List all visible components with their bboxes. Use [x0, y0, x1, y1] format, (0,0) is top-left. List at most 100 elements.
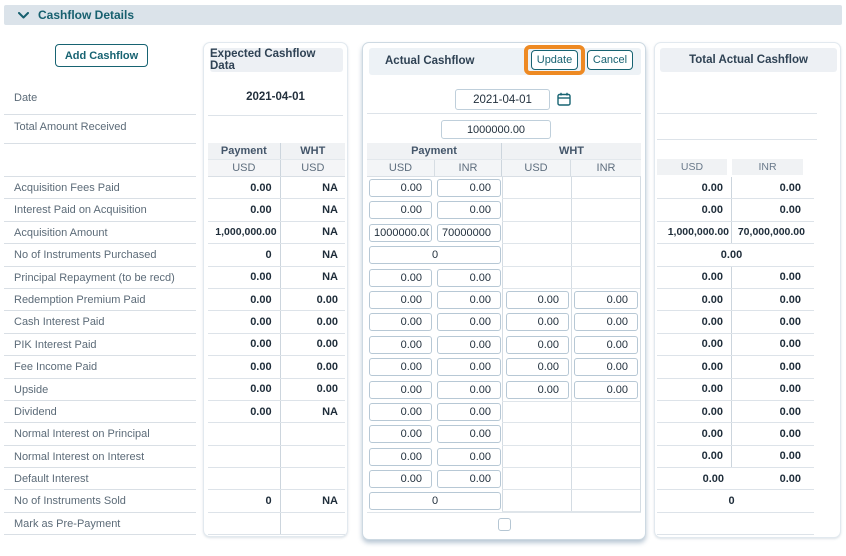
table-row: [367, 199, 641, 221]
expected-cell: 0.00: [208, 311, 281, 332]
expected-cell: 0.00: [281, 311, 345, 332]
total-usd-value: 0.00: [657, 379, 732, 400]
total-span-value: 0.00: [657, 244, 806, 265]
wht-usd-input[interactable]: [506, 313, 569, 331]
table-row: [208, 513, 345, 535]
payment-inr-input[interactable]: [437, 403, 501, 421]
total-usd-value: 0.00: [657, 289, 732, 310]
payment-usd-input[interactable]: [369, 425, 432, 443]
row-label: Cash Interest Paid: [4, 311, 196, 333]
payment-inr-input[interactable]: [437, 224, 501, 242]
total-inr-value: 0.00: [732, 311, 806, 332]
wht-empty-cell: [502, 446, 640, 468]
payment-inr-input[interactable]: [437, 313, 501, 331]
table-row: 0NA: [208, 490, 345, 512]
payment-inr-input[interactable]: [437, 336, 501, 354]
payment-usd-input[interactable]: [369, 179, 432, 197]
payment-usd-input[interactable]: [369, 381, 432, 399]
table-row: [367, 423, 641, 445]
payment-usd-input[interactable]: [369, 358, 432, 376]
table-row: [367, 177, 641, 199]
actual-currency-header: USD INR USD INR: [367, 160, 641, 177]
payment-inr-input[interactable]: [437, 291, 501, 309]
table-row: 0.000.00: [657, 379, 814, 401]
currency-usd: USD: [367, 160, 435, 176]
row-label: PIK Interest Paid: [4, 334, 196, 356]
expected-cell: NA: [281, 244, 345, 265]
expected-cell: 0.00: [208, 199, 281, 220]
wht-empty-cell: [502, 267, 640, 289]
wht-usd-input[interactable]: [506, 381, 569, 399]
wht-inr-input[interactable]: [574, 336, 638, 354]
row-label: Acquisition Fees Paid: [4, 177, 196, 199]
wht-usd-input[interactable]: [506, 358, 569, 376]
wht-inr-input[interactable]: [574, 358, 638, 376]
cancel-button[interactable]: Cancel: [587, 50, 633, 70]
wht-inr-input[interactable]: [574, 313, 638, 331]
payment-usd-input[interactable]: [369, 313, 432, 331]
payment-usd-input[interactable]: [369, 470, 432, 488]
total-inr-value: 0.00: [732, 356, 806, 377]
cashflow-details-section-header[interactable]: Cashflow Details: [4, 5, 842, 25]
table-row: 0.000.00: [657, 401, 814, 423]
total-inr-value: 0.00: [732, 199, 806, 220]
wht-usd-input[interactable]: [506, 336, 569, 354]
table-row: 0.000.00: [657, 468, 814, 490]
expected-cell: 0.00: [208, 267, 281, 288]
table-row: 0.00NA: [208, 267, 345, 289]
payment-header: Payment: [208, 143, 281, 159]
expected-cell: NA: [281, 267, 345, 288]
expected-cell: 0.00: [208, 379, 281, 400]
payment-inr-input[interactable]: [437, 179, 501, 197]
total-inr-value: 0.00: [732, 177, 806, 198]
wht-inr-input[interactable]: [574, 381, 638, 399]
payment-usd-input[interactable]: [369, 201, 432, 219]
total-inr-value: 0.00: [732, 334, 806, 355]
total-usd-value: 0.00: [657, 401, 732, 422]
table-row: 0.000.00: [208, 356, 345, 378]
payment-usd-input[interactable]: [369, 224, 432, 242]
expected-cell: NA: [281, 177, 345, 198]
wht-empty-cell: [502, 401, 640, 423]
table-row: 1,000,000.0070,000,000.00: [657, 222, 814, 244]
expected-cell: NA: [281, 401, 345, 422]
table-row: 0.000.00: [208, 289, 345, 311]
wht-inr-input[interactable]: [574, 291, 638, 309]
instruments-purchased-input[interactable]: [369, 246, 501, 264]
payment-inr-input[interactable]: [437, 201, 501, 219]
table-row: 0.000.00: [657, 289, 814, 311]
expected-rows: 0.00NA 0.00NA 1,000,000.00NA 0NA 0.00NA …: [208, 177, 345, 535]
expected-cashflow-card: Expected Cashflow Data 2021-04-01 Paymen…: [203, 42, 348, 537]
actual-date-input[interactable]: [455, 89, 550, 110]
table-row: 0.000.00: [208, 311, 345, 333]
total-amount-received-input[interactable]: [441, 120, 551, 139]
payment-inr-input[interactable]: [437, 269, 501, 287]
payment-usd-input[interactable]: [369, 336, 432, 354]
table-row: [367, 468, 641, 490]
table-row: 0.000.00: [657, 356, 814, 378]
payment-inr-input[interactable]: [437, 425, 501, 443]
table-row: 0.000.00: [657, 177, 814, 199]
payment-inr-input[interactable]: [437, 470, 501, 488]
payment-usd-input[interactable]: [369, 448, 432, 466]
payment-usd-input[interactable]: [369, 269, 432, 287]
instruments-sold-input[interactable]: [369, 492, 501, 510]
expected-cashflow-title: Expected Cashflow Data: [210, 48, 343, 72]
payment-inr-input[interactable]: [437, 448, 501, 466]
payment-inr-input[interactable]: [437, 358, 501, 376]
table-row: [208, 446, 345, 468]
table-row: 0.000.00: [657, 311, 814, 333]
cashflow-details-page: Cashflow Details Add Cashflow Date Total…: [0, 0, 846, 556]
payment-usd-input[interactable]: [369, 403, 432, 421]
payment-usd-input[interactable]: [369, 291, 432, 309]
add-cashflow-button[interactable]: Add Cashflow: [55, 44, 148, 67]
calendar-icon[interactable]: [557, 92, 571, 111]
prepayment-checkbox[interactable]: [498, 518, 511, 531]
wht-usd-input[interactable]: [506, 291, 569, 309]
row-label: Fee Income Paid: [4, 356, 196, 378]
total-inr-value: 0.00: [732, 289, 806, 310]
payment-inr-input[interactable]: [437, 381, 501, 399]
expected-cell: 0.00: [208, 356, 281, 377]
total-inr-value: 0.00: [732, 423, 806, 444]
update-button[interactable]: Update: [531, 50, 578, 70]
